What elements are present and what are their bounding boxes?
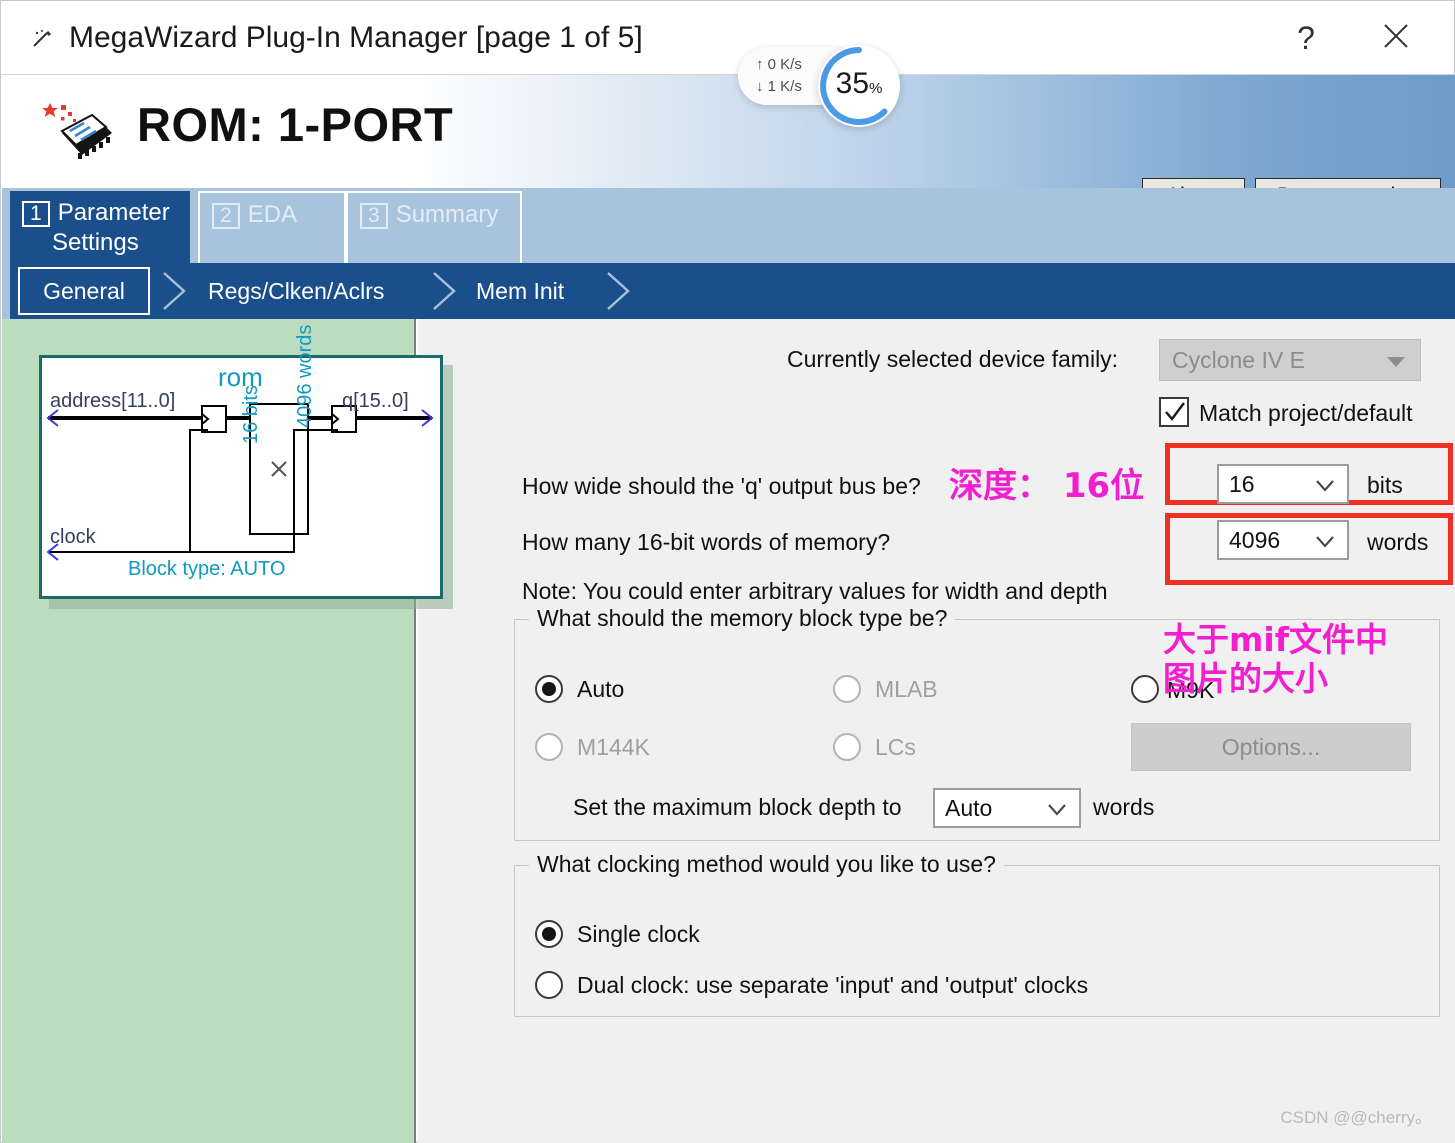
chevron-right-icon: [158, 271, 192, 311]
diagram-frame: rom address[11..0] q[15..0] clock 16 bit…: [39, 325, 443, 599]
radio-block-auto-label: Auto: [577, 676, 625, 702]
radio-block-m9k[interactable]: [1131, 675, 1159, 703]
radio-single-clock-label: Single clock: [577, 921, 700, 947]
rom-output-port-label: q[15..0]: [342, 390, 409, 412]
tab-2-label: EDA: [247, 201, 298, 228]
clocking-method-legend: What clocking method would you like to u…: [529, 851, 1004, 878]
tab-3-number: 3: [360, 203, 388, 230]
upload-speed: ↑ 0 K/s: [756, 56, 802, 73]
checkmark-icon: [1165, 402, 1185, 421]
tab-eda[interactable]: 2 EDA: [198, 191, 346, 263]
subtab-mem-label: Mem Init: [476, 277, 565, 304]
download-speed: ↓ 1 K/s: [756, 78, 802, 95]
rom-memory-depth-label: 4096 words: [294, 324, 316, 428]
annotation-depth-note: 深度： 16位: [949, 466, 1145, 506]
options-button[interactable]: Options...: [1131, 723, 1411, 771]
help-button[interactable]: ?: [1278, 15, 1334, 61]
device-family-label: Currently selected device family:: [787, 346, 1119, 372]
subtab-general[interactable]: General: [18, 267, 150, 315]
radio-dual-clock[interactable]: [535, 971, 563, 999]
words-unit: words: [1367, 529, 1429, 555]
tab-1-label-line2: Settings: [52, 229, 139, 257]
radio-block-lcs[interactable]: [833, 733, 861, 761]
percent-value: 35%: [818, 67, 900, 101]
tab-3-label: Summary: [395, 201, 499, 228]
subtab-mem-init[interactable]: Mem Init: [476, 263, 564, 319]
tab-2-number: 2: [212, 203, 240, 230]
radio-single-clock[interactable]: [535, 920, 563, 948]
max-block-depth-combo[interactable]: Auto: [933, 788, 1081, 828]
subtab-general-label: General: [43, 277, 125, 304]
q-width-value: 16: [1229, 470, 1255, 497]
tab-summary[interactable]: 3 Summary: [346, 191, 522, 263]
rom-input-port-label: address[11..0]: [50, 390, 176, 412]
chevron-down-icon: [1315, 535, 1335, 553]
chevron-down-icon: [1047, 803, 1067, 821]
words-question: How many 16-bit words of memory?: [522, 529, 891, 555]
chevron-down-icon: [1386, 355, 1406, 374]
question-mark-icon: ?: [1297, 19, 1315, 56]
close-icon: [1381, 21, 1411, 56]
watermark: CSDN @@cherry。: [1280, 1108, 1432, 1127]
options-button-label: Options...: [1221, 733, 1321, 760]
radio-dot: [542, 682, 556, 696]
q-width-question: How wide should the 'q' output bus be?: [522, 473, 921, 499]
close-button[interactable]: [1368, 15, 1424, 61]
wizard-tabstrip: 1 Parameter Settings 2 EDA 3 Summary Genera…: [2, 188, 1455, 319]
radio-block-mlab-label: MLAB: [875, 676, 938, 702]
rom-clock-port-label: clock: [50, 526, 96, 548]
chevron-right-icon: [602, 271, 636, 311]
rom-block-type-note: Block type: AUTO: [128, 558, 286, 580]
max-block-depth-value: Auto: [945, 794, 993, 821]
words-value: 4096: [1229, 526, 1281, 553]
arbitrary-values-note: Note: You could enter arbitrary values f…: [522, 578, 1108, 604]
annotation-mif-note: 大于mif文件中 图片的大小: [1163, 620, 1389, 698]
q-width-unit: bits: [1367, 472, 1403, 498]
radio-block-m144k[interactable]: [535, 733, 563, 761]
product-banner: ROM: 1-PORT About Documentation: [2, 75, 1455, 214]
match-project-checkbox[interactable]: [1159, 397, 1189, 427]
device-family-value: Cyclone IV E: [1172, 346, 1305, 373]
radio-block-lcs-label: LCs: [875, 734, 916, 760]
radio-block-auto[interactable]: [535, 675, 563, 703]
device-family-select[interactable]: Cyclone IV E: [1159, 339, 1421, 381]
radio-block-mlab[interactable]: [833, 675, 861, 703]
page-title: ROM: 1-PORT: [137, 98, 454, 151]
match-project-label: Match project/default: [1199, 400, 1413, 426]
sub-navigation: General Regs/Clken/Aclrs Mem Init: [10, 263, 1455, 319]
tab-1-label: Parameter: [57, 199, 170, 226]
chevron-down-icon: [1315, 479, 1335, 497]
tab-1-number: 1: [22, 201, 50, 228]
rom-symbol-diagram: rom address[11..0] q[15..0] clock 16 bit…: [39, 325, 453, 609]
wand-icon: [31, 29, 53, 49]
radio-dual-clock-label: Dual clock: use separate 'input' and 'ou…: [577, 972, 1089, 998]
radio-block-m144k-label: M144K: [577, 734, 650, 760]
radio-dot: [542, 927, 556, 941]
megawizard-window: MegaWizard Plug-In Manager [page 1 of 5]…: [0, 0, 1455, 1143]
window-title: MegaWizard Plug-In Manager [page 1 of 5]: [69, 21, 643, 54]
altera-chip-icon: [34, 89, 120, 175]
percent-number: 35: [835, 67, 870, 100]
percent-unit: %: [869, 80, 883, 97]
title-bar: MegaWizard Plug-In Manager [page 1 of 5]…: [1, 1, 1454, 75]
words-combo[interactable]: 4096: [1217, 520, 1349, 560]
chevron-right-icon: [428, 271, 462, 311]
rom-memory-width-label: 16 bits: [240, 385, 262, 444]
percent-ring-widget[interactable]: 35%: [818, 45, 900, 127]
memory-block-type-legend: What should the memory block type be?: [529, 605, 956, 632]
max-block-depth-unit: words: [1093, 794, 1155, 820]
max-block-depth-label: Set the maximum block depth to: [573, 794, 902, 820]
q-width-combo[interactable]: 16: [1217, 464, 1349, 504]
